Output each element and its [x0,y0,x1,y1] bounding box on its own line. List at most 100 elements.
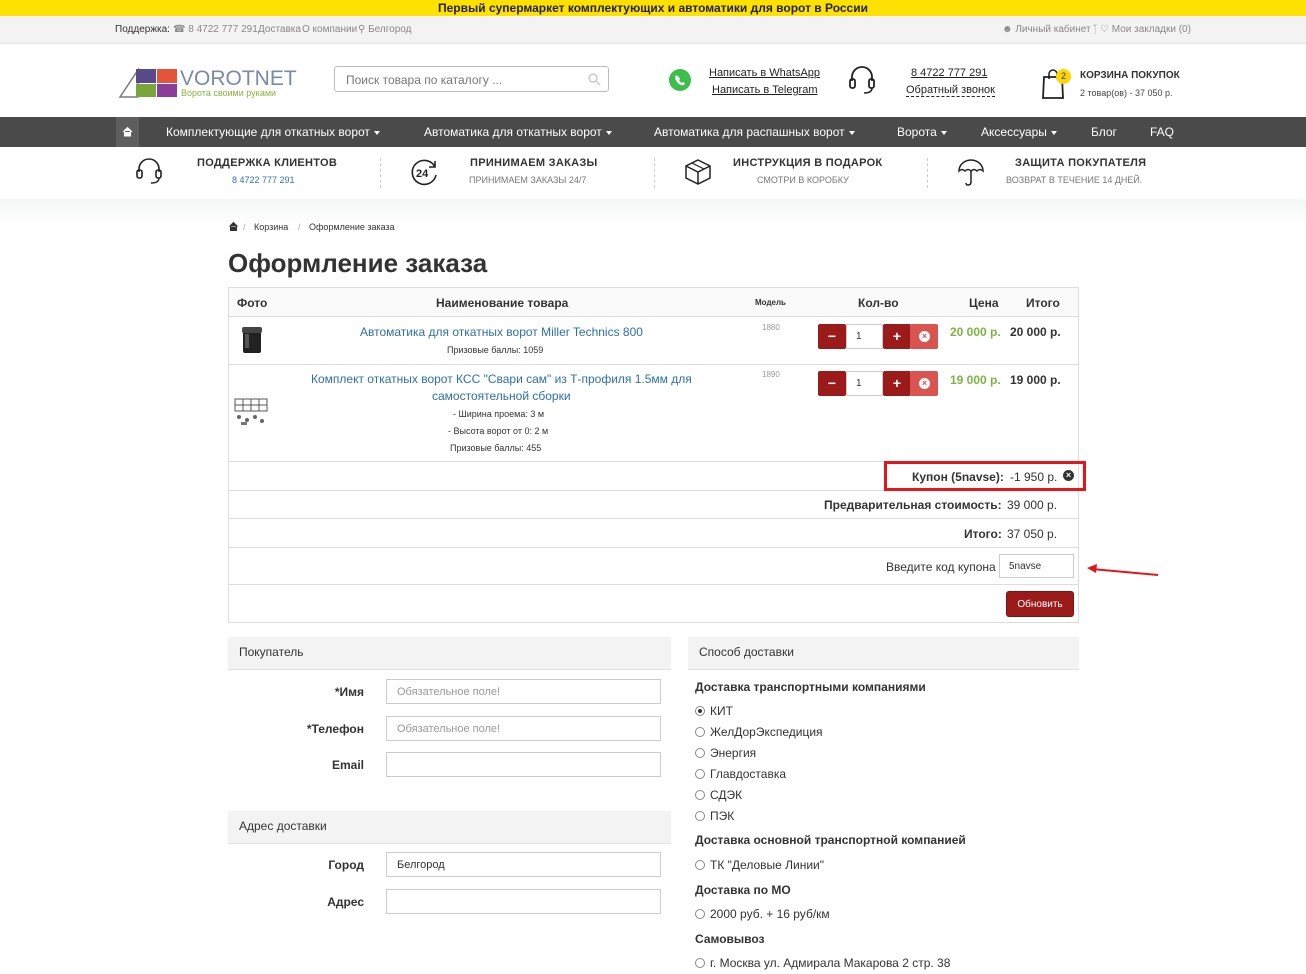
nav-item-accessories[interactable]: Аксессуары [981,125,1057,139]
feature-title-protection: ЗАЩИТА ПОКУПАТЕЛЯ [1015,157,1147,169]
shipping-option-pek[interactable]: ПЭК [695,809,734,823]
radio-button[interactable] [695,909,705,919]
radio-button[interactable] [695,769,705,779]
radio-button[interactable] [695,727,705,737]
support-phone-link[interactable]: ☎ 8 4722 777 291 [173,24,258,35]
table-header-bg [229,288,1078,316]
nav-item-faq[interactable]: FAQ [1150,125,1174,139]
city-link[interactable]: ⚲ Белгород [358,24,411,35]
breadcrumb-separator: / [298,222,301,232]
product-link-cont[interactable]: самостоятельной сборки [432,389,571,403]
qty-increase-button[interactable]: + [883,324,911,349]
whatsapp-icon[interactable] [668,68,692,92]
shipping-option-zheldor[interactable]: ЖелДорЭкспедиция [695,725,823,739]
header-cart[interactable]: 2 КОРЗИНА ПОКУПОК 2 товар(ов) - 37 050 р… [1040,64,1185,100]
qty-input[interactable] [846,324,883,349]
total-value: 37 050 р. [1007,527,1058,541]
nav-home[interactable] [116,117,139,147]
features-fade [0,199,1306,225]
delivery-link[interactable]: Доставка [258,24,301,35]
shipping-option-mo[interactable]: 2000 руб. + 16 руб/км [695,907,830,921]
feature-sub-support[interactable]: 8 4722 777 291 [232,175,295,185]
shipping-option-energia[interactable]: Энергия [695,746,756,760]
radio-button[interactable] [695,811,705,821]
shipping-option-delovye-linii[interactable]: ТК "Деловые Линии" [695,858,824,872]
name-input[interactable] [386,679,661,704]
nav-item-swing-automation[interactable]: Автоматика для распашных ворот [654,125,855,139]
remove-item-button[interactable]: × [910,324,938,349]
product-option: - Высота ворот от 0: 2 м [448,426,549,436]
breadcrumb-cart[interactable]: Корзина [254,222,288,232]
search-input[interactable] [346,72,576,88]
phone-input[interactable] [386,716,661,741]
feature-sub-manual: СМОТРИ В КОРОБКУ [757,175,849,185]
nav-item-gate-components[interactable]: Комплектующие для откатных ворот [166,125,380,139]
home-icon[interactable] [229,222,238,231]
shipping-option-glavdostavka[interactable]: Главдоставка [695,767,786,781]
search-icon[interactable] [588,73,601,86]
product-image[interactable] [233,395,269,427]
product-link[interactable]: Комплект откатных ворот КСС "Свари сам" … [311,372,692,386]
about-link[interactable]: О компании [302,24,357,35]
remove-item-button[interactable]: × [910,371,938,396]
radio-button[interactable] [695,790,705,800]
address-label: Адрес [327,895,364,909]
shipping-group-title: Самовывоз [695,932,765,946]
shipping-option-kit[interactable]: КИТ [695,704,733,718]
bookmarks-link[interactable]: ♡ Мои закладки (0) [1100,24,1191,35]
product-points: Призовые баллы: 1059 [447,345,544,355]
callback-link[interactable]: Обратный звонок [906,84,995,97]
qty-input[interactable] [846,371,883,396]
subtotal-value: 39 000 р. [1007,498,1058,512]
search-box [334,66,609,92]
radio-button[interactable] [695,706,705,716]
coupon-value: -1 950 р. [1010,470,1058,484]
product-image[interactable] [239,325,265,357]
feature-divider [927,158,928,188]
radio-button[interactable] [695,958,705,968]
phone-icon: ☎ [173,24,186,35]
address-input[interactable] [386,889,661,914]
shipping-option-pickup[interactable]: г. Москва ул. Адмирала Макарова 2 стр. 3… [695,956,950,970]
email-input[interactable] [386,752,661,777]
product-model: 1880 [762,323,780,332]
update-button[interactable]: Обновить [1006,591,1074,617]
box-icon [685,159,711,185]
shipping-group-title: Доставка по МО [695,883,791,897]
telegram-link[interactable]: Написать в Telegram [712,84,818,96]
item-total: 19 000 р. [1010,373,1061,387]
coupon-label: Купон (5navse): [912,470,1004,484]
feature-title-orders: ПРИНИМАЕМ ЗАКАЗЫ [470,157,598,169]
map-pin-icon: ⚲ [358,24,366,35]
top-bar: Поддержка: ☎ 8 4722 777 291 Доставка О к… [0,16,1306,44]
logo-tagline: Ворота своими руками [181,88,277,98]
row-divider [229,518,1078,519]
logo-mark [118,67,177,98]
shipping-option-sdek[interactable]: СДЭК [695,788,742,802]
product-option: - Ширина проема: 3 м [453,409,545,419]
name-label: *Имя [334,685,364,699]
email-label: Email [331,758,364,772]
svg-text:24: 24 [416,168,429,180]
coupon-code-input[interactable] [999,554,1074,578]
feature-divider [380,158,381,188]
nav-item-blog[interactable]: Блог [1091,125,1117,139]
remove-coupon-icon[interactable]: × [1063,470,1074,481]
whatsapp-link[interactable]: Написать в WhatsApp [709,67,820,79]
city-input[interactable] [386,852,661,877]
product-link[interactable]: Автоматика для откатных ворот Miller Tec… [360,325,643,339]
headset-icon [849,66,875,94]
nav-item-gates[interactable]: Ворота [897,125,947,139]
qty-decrease-button[interactable]: − [818,324,846,349]
nav-item-sliding-automation[interactable]: Автоматика для откатных ворот [424,125,612,139]
item-total: 20 000 р. [1010,325,1061,339]
qty-increase-button[interactable]: + [883,371,911,396]
buyer-panel-header: Покупатель [228,637,671,670]
header-phone-link[interactable]: 8 4722 777 291 [911,67,987,79]
logo[interactable]: VOROTNET Ворота своими руками [118,66,297,100]
qty-decrease-button[interactable]: − [818,371,846,396]
radio-button[interactable] [695,748,705,758]
account-link[interactable]: ☻ Личный кабинет ˇ [1002,24,1097,35]
radio-button[interactable] [695,860,705,870]
feature-divider [654,158,655,188]
